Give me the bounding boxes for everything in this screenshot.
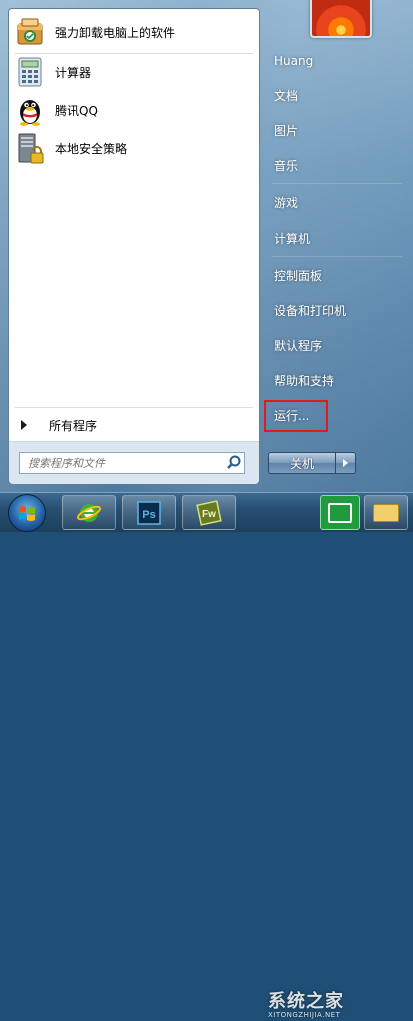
uninstaller-icon <box>13 15 47 49</box>
divider <box>272 183 402 184</box>
shutdown-options-button[interactable] <box>336 452 356 474</box>
documents-link[interactable]: 文档 <box>268 82 406 108</box>
search-area <box>9 441 259 484</box>
triangle-right-icon <box>343 459 348 467</box>
svg-text:Fw: Fw <box>202 509 216 520</box>
default-programs-link[interactable]: 默认程序 <box>268 332 406 358</box>
control-panel-link[interactable]: 控制面板 <box>268 262 406 288</box>
svg-text:Ps: Ps <box>142 509 155 521</box>
fireworks-icon: Fw <box>196 499 222 526</box>
all-programs-label: 所有程序 <box>49 418 98 433</box>
program-label: 本地安全策略 <box>55 141 128 156</box>
program-label: 强力卸载电脑上的软件 <box>55 25 176 40</box>
program-item-qq[interactable]: 腾讯QQ <box>13 93 255 127</box>
divider <box>15 53 253 54</box>
run-highlight-box <box>264 400 328 432</box>
search-input[interactable] <box>26 455 224 471</box>
help-support-link[interactable]: 帮助和支持 <box>268 367 406 393</box>
programs-panel: 强力卸载电脑上的软件 计算器 腾讯QQ 本地安全策略 所有程序 搜索程序和文件 <box>8 8 260 484</box>
divider <box>272 256 402 257</box>
program-label: 腾讯QQ <box>55 103 98 118</box>
photoshop-icon: Ps <box>137 500 161 525</box>
program-label: 计算器 <box>55 65 92 80</box>
devices-printers-link[interactable]: 设备和打印机 <box>268 297 406 323</box>
taskbar-photoshop-button[interactable]: Ps <box>122 495 176 530</box>
computer-link[interactable]: 计算机 <box>268 225 406 251</box>
search-box[interactable] <box>19 452 245 474</box>
program-item-uninstaller[interactable]: 强力卸载电脑上的软件 <box>13 15 255 49</box>
watermark-logo: 系统之家 XITONGZHIJIA.NET <box>268 991 344 1019</box>
user-name-link[interactable]: Huang <box>268 48 406 74</box>
ie-icon <box>76 503 102 522</box>
security-policy-icon <box>13 131 47 165</box>
shutdown-button[interactable]: 关机 <box>268 452 336 474</box>
qq-penguin-icon <box>13 93 47 127</box>
places-panel: Huang 文档 图片 音乐 游戏 计算机 控制面板 设备和打印机 默认程序 帮… <box>262 0 413 492</box>
calculator-icon <box>13 55 47 89</box>
program-item-security-policy[interactable]: 本地安全策略 <box>13 131 255 165</box>
windows-logo-icon <box>19 506 35 521</box>
taskbar-app-button[interactable] <box>320 495 360 530</box>
search-icon[interactable] <box>224 453 244 473</box>
all-programs-button[interactable]: 所有程序 <box>9 413 259 437</box>
user-avatar[interactable] <box>310 0 372 38</box>
music-link[interactable]: 音乐 <box>268 152 406 178</box>
pictures-link[interactable]: 图片 <box>268 117 406 143</box>
taskbar-explorer-button[interactable] <box>364 495 408 530</box>
start-orb[interactable] <box>8 494 46 532</box>
program-item-calculator[interactable]: 计算器 <box>13 55 255 89</box>
games-link[interactable]: 游戏 <box>268 189 406 215</box>
divider <box>15 407 253 408</box>
taskbar-fireworks-button[interactable]: Fw <box>182 495 236 530</box>
taskbar: Ps Fw 系统之家 XITONGZHIJIA.NET <box>0 492 413 1019</box>
start-menu: 强力卸载电脑上的软件 计算器 腾讯QQ 本地安全策略 所有程序 搜索程序和文件 … <box>0 0 413 492</box>
taskbar-ie-button[interactable] <box>62 495 116 530</box>
app-icon <box>328 502 352 523</box>
folder-icon <box>373 503 399 522</box>
triangle-right-icon <box>21 420 27 430</box>
